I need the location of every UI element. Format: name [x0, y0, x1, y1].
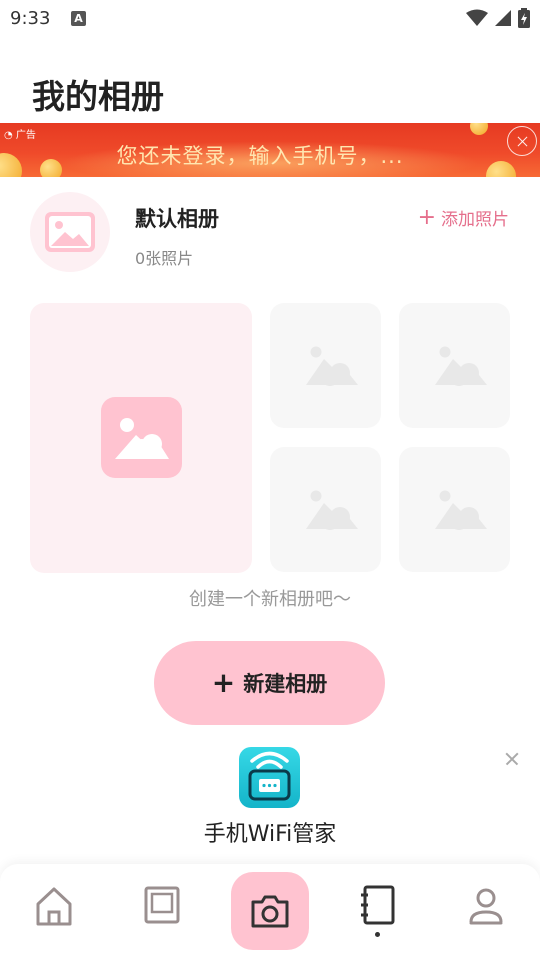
image-placeholder-icon [101, 397, 182, 478]
page-title: 我的相册 [32, 77, 164, 116]
empty-hint-text: 创建一个新相册吧～ [189, 589, 351, 610]
album-icon [144, 886, 180, 924]
image-placeholder-icon [306, 490, 358, 530]
camera-icon [251, 895, 289, 928]
photo-placeholder[interactable] [399, 447, 510, 572]
ad-close-icon[interactable] [507, 126, 537, 156]
album-name: 默认相册 [135, 207, 219, 231]
ad-coin-decoration [470, 123, 488, 135]
nav-home[interactable] [34, 884, 74, 928]
photo-placeholder[interactable] [270, 447, 381, 572]
album-cover-avatar[interactable] [30, 192, 110, 272]
image-icon [45, 212, 95, 252]
notebook-icon [361, 885, 395, 925]
photo-placeholder-large[interactable] [30, 303, 252, 573]
nav-notebook[interactable] [358, 884, 398, 928]
ad-tag: ◔ 广告 [4, 126, 36, 141]
profile-icon [469, 888, 503, 925]
add-photo-label: 添加照片 [441, 210, 509, 230]
image-placeholder-icon [435, 490, 487, 530]
promo-app-name: 手机WiFi管家 [203, 822, 337, 847]
ad-text: 您还未登录，输入手机号，... [116, 144, 404, 168]
nav-camera[interactable] [231, 872, 309, 950]
promo-close-icon[interactable] [504, 751, 520, 767]
nav-album[interactable] [142, 884, 182, 928]
image-placeholder-icon [435, 346, 487, 386]
home-icon [36, 887, 72, 926]
active-indicator-dot [375, 932, 380, 937]
new-album-button[interactable]: + 新建相册 [154, 641, 385, 725]
wifi-icon [466, 9, 488, 26]
new-album-label: 新建相册 [243, 672, 328, 696]
status-time: 9:33 [10, 8, 51, 29]
album-photo-count: 0张照片 [135, 249, 194, 268]
bottom-nav [0, 864, 540, 960]
plus-icon: + [211, 666, 236, 699]
wifi-app-icon[interactable] [239, 747, 300, 808]
signal-icon [495, 10, 511, 26]
status-icons [466, 8, 530, 28]
plus-icon: + [417, 204, 436, 230]
notification-a-icon: A [71, 11, 86, 26]
photo-placeholder[interactable] [399, 303, 510, 428]
battery-icon [518, 8, 530, 28]
image-placeholder-icon [306, 346, 358, 386]
nav-profile[interactable] [466, 884, 506, 928]
photo-placeholder[interactable] [270, 303, 381, 428]
add-photo-button[interactable]: + 添加照片 [418, 205, 509, 230]
ad-banner[interactable]: ◔ 广告 您还未登录，输入手机号，... [0, 123, 540, 177]
status-bar: 9:33 A [0, 0, 540, 38]
